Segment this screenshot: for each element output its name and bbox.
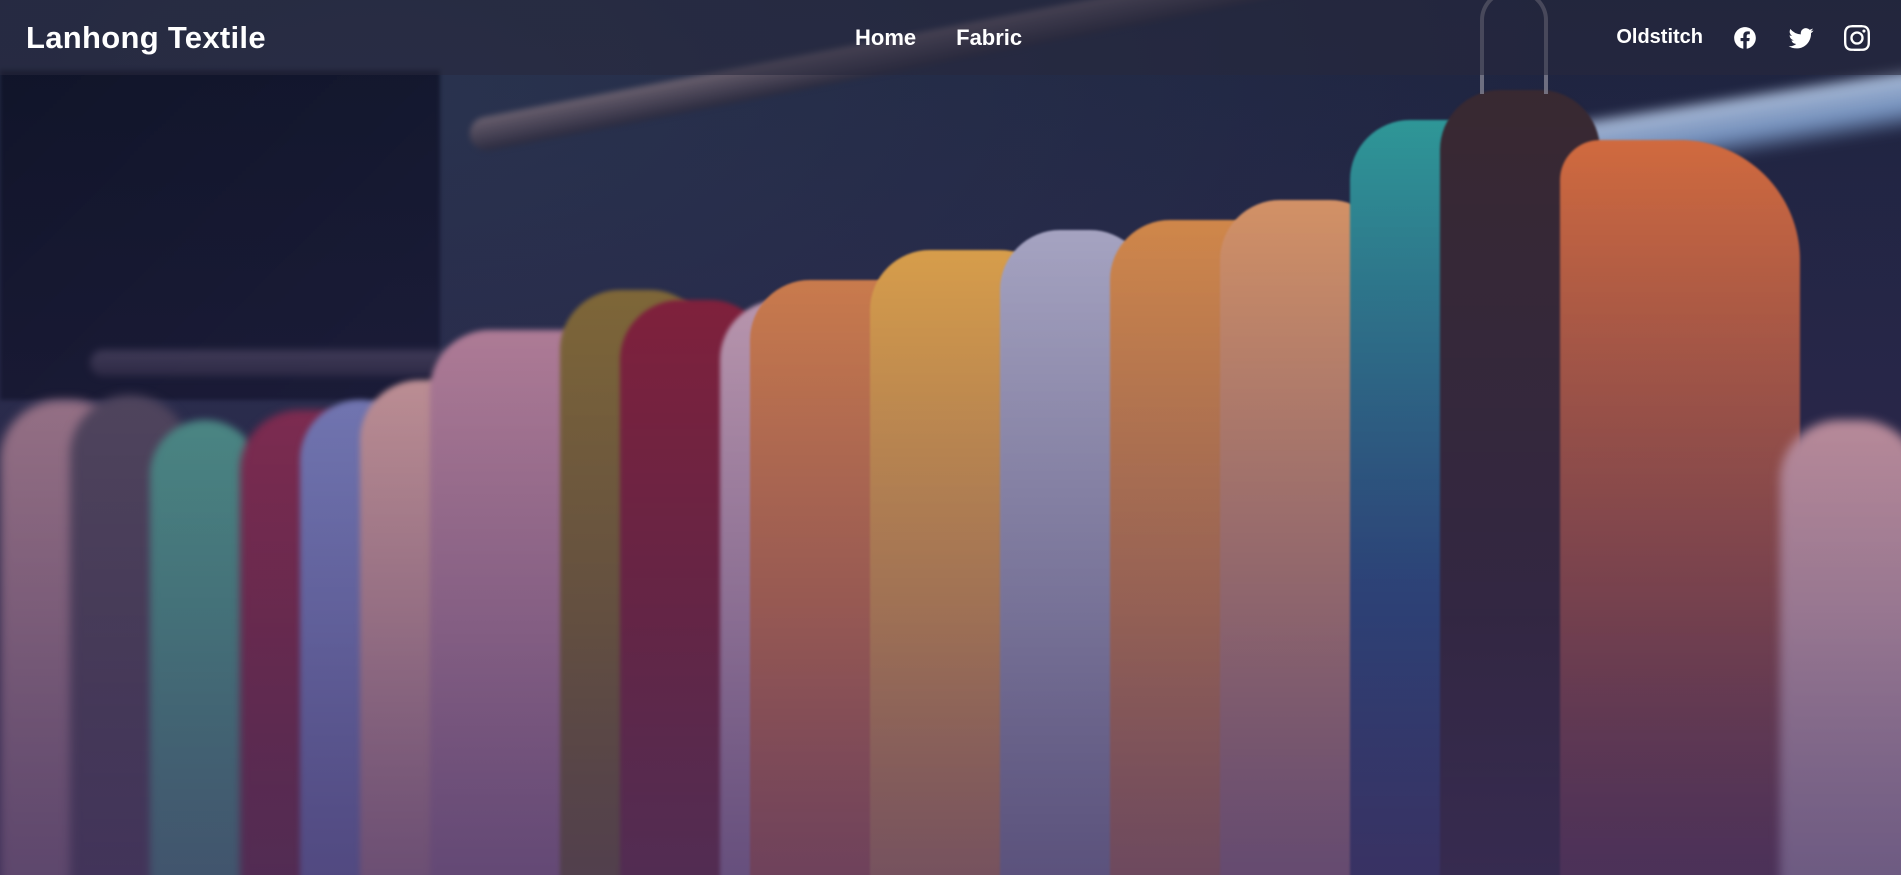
brand-logo[interactable]: Lanhong Textile (26, 20, 266, 56)
hero-section: Lanhong Textile Home Fabric Oldstitch (0, 0, 1901, 875)
facebook-icon[interactable] (1731, 24, 1759, 52)
main-nav: Home Fabric (855, 0, 1022, 75)
hero-overlay (0, 0, 1901, 875)
nav-link-home[interactable]: Home (855, 25, 916, 51)
nav-right: Oldstitch (1616, 0, 1871, 75)
nav-link-oldstitch[interactable]: Oldstitch (1616, 26, 1703, 49)
nav-link-fabric[interactable]: Fabric (956, 25, 1022, 51)
navbar: Lanhong Textile Home Fabric Oldstitch (0, 0, 1901, 75)
twitter-icon[interactable] (1787, 24, 1815, 52)
instagram-icon[interactable] (1843, 24, 1871, 52)
